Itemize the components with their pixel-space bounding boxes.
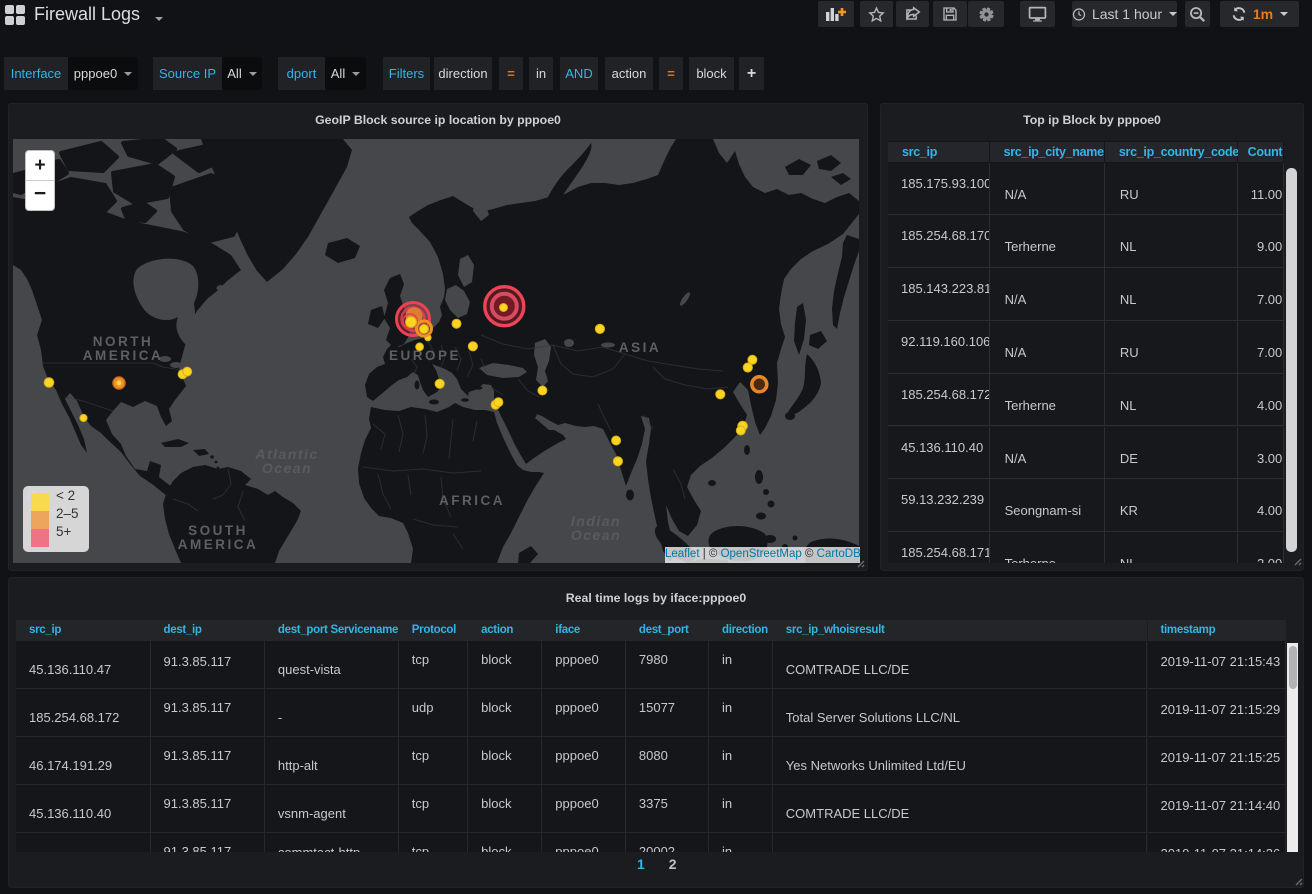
svg-text:ASIA: ASIA	[619, 340, 661, 355]
svg-text:NORTH: NORTH	[93, 334, 154, 349]
svg-text:Ocean: Ocean	[571, 527, 621, 543]
svg-text:SOUTH: SOUTH	[188, 523, 248, 538]
svg-text:AMERICA: AMERICA	[83, 348, 164, 363]
svg-text:AMERICA: AMERICA	[178, 537, 259, 552]
svg-text:AFRICA: AFRICA	[439, 493, 505, 508]
svg-text:Ocean: Ocean	[262, 460, 312, 476]
svg-text:EUROPE: EUROPE	[389, 348, 461, 363]
